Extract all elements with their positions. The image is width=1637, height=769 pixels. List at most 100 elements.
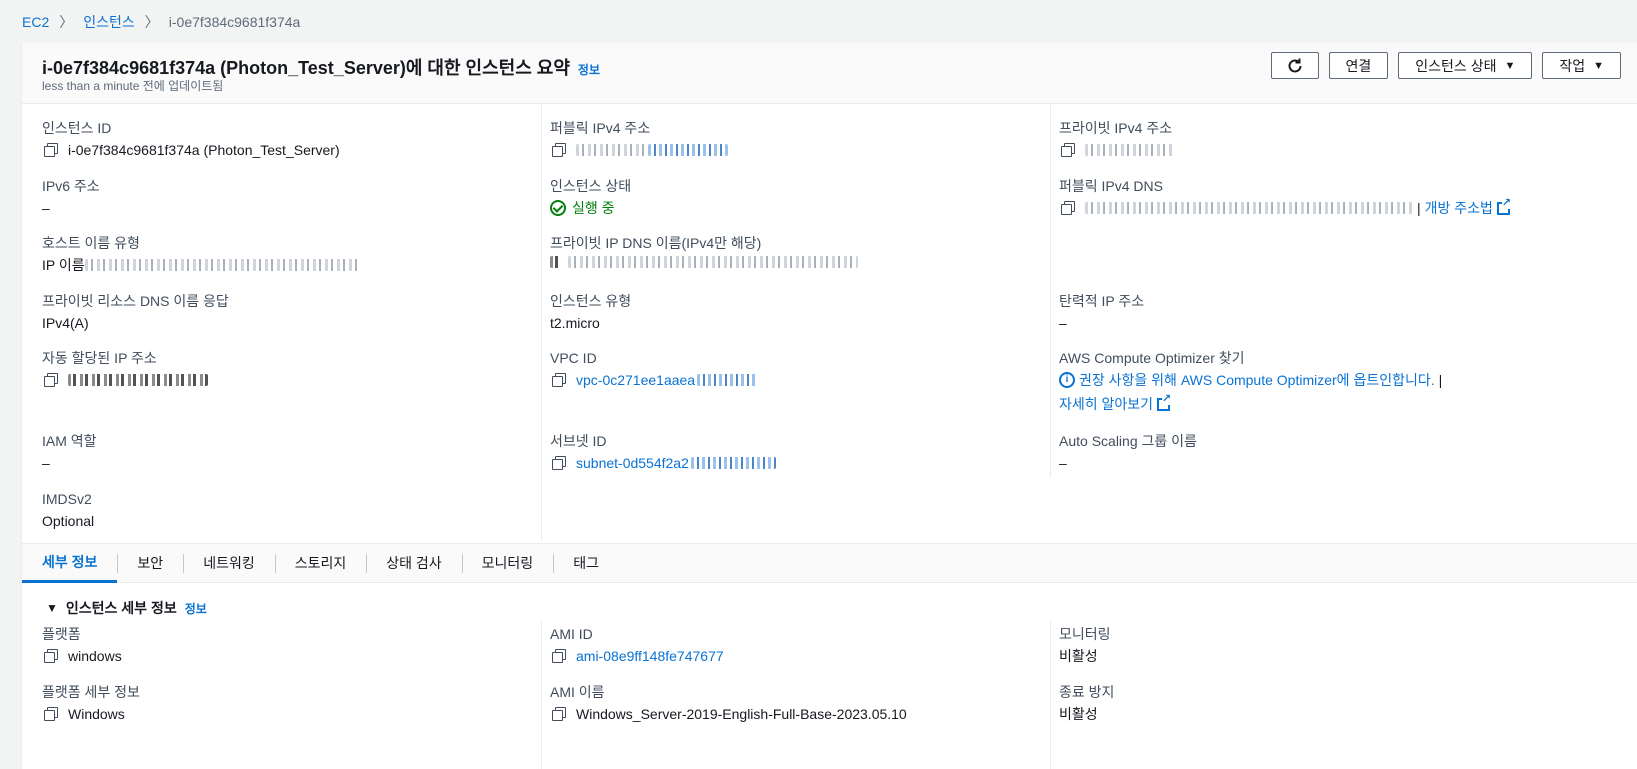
hostname-type-prefix: IP 이름 — [42, 257, 85, 273]
instance-id-field: 인스턴스 ID i-0e7f384c9681f374a (Photon_Test… — [42, 119, 340, 159]
platform-field: 플랫폼 windows — [42, 625, 122, 665]
refresh-icon — [1288, 58, 1302, 72]
instance-details-toggle[interactable]: ▼ 인스턴스 세부 정보 정보 — [46, 598, 207, 618]
ami-name-label: AMI 이름 — [550, 684, 605, 700]
redacted-private-dns — [568, 256, 858, 268]
learn-more-link[interactable]: 자세히 알아보기 — [1059, 393, 1172, 413]
termination-field: 종료 방지 비활성 — [1059, 683, 1114, 723]
vpc-link[interactable]: vpc-0c271ee1aaea — [576, 371, 695, 389]
platform-detail-field: 플랫폼 세부 정보 Windows — [42, 683, 140, 723]
copy-icon[interactable] — [42, 705, 60, 723]
tab-monitoring[interactable]: 모니터링 — [461, 544, 554, 583]
tab-networking[interactable]: 네트워킹 — [183, 544, 275, 583]
breadcrumb-instances-link[interactable]: 인스턴스 — [83, 12, 135, 32]
breadcrumb: EC2 〉 인스턴스 〉 i-0e7f384c9681f374a — [22, 12, 300, 32]
actions-dropdown[interactable]: 작업 ▼ — [1542, 52, 1621, 79]
monitoring-field: 모니터링 비활성 — [1059, 625, 1111, 665]
vpc-label: VPC ID — [550, 350, 597, 366]
private-ipv4-field: 프라이빗 IPv4 주소 — [1059, 119, 1175, 159]
platform-detail-value: Windows — [68, 706, 125, 722]
connect-button[interactable]: 연결 — [1328, 52, 1389, 79]
copy-icon[interactable] — [42, 371, 60, 389]
redacted-subnet-suffix — [690, 457, 776, 469]
instance-id-label: 인스턴스 ID — [42, 120, 112, 136]
instance-type-value: t2.micro — [550, 315, 600, 331]
asg-field: Auto Scaling 그룹 이름 – — [1059, 432, 1197, 472]
details-info-link[interactable]: 정보 — [185, 600, 207, 617]
redacted-hostname — [84, 259, 360, 271]
instance-state-label-text: 인스턴스 상태 — [550, 178, 632, 194]
copy-icon[interactable] — [550, 256, 560, 268]
copy-icon[interactable] — [550, 141, 568, 159]
breadcrumb-ec2-link[interactable]: EC2 — [22, 14, 49, 30]
private-ipv4-label: 프라이빗 IPv4 주소 — [1059, 120, 1173, 136]
header-actions: 연결 인스턴스 상태 ▼ 작업 ▼ — [1270, 52, 1621, 79]
tab-details[interactable]: 세부 정보 — [22, 544, 118, 583]
redacted-public-ip — [576, 144, 646, 156]
summary-column-2: 퍼블릭 IPv4 주소 인스턴스 상태 실행 중 프라이빗 IP DNS 이름(… — [542, 105, 1051, 478]
iam-role-value: – — [42, 455, 50, 471]
vpc-field: VPC ID vpc-0c271ee1aaea — [550, 349, 758, 389]
copy-icon[interactable] — [550, 371, 568, 389]
instance-state-value: 실행 중 — [572, 200, 615, 216]
private-resource-dns-value: IPv4(A) — [42, 315, 89, 331]
termination-label: 종료 방지 — [1059, 684, 1115, 700]
public-dns-label: 퍼블릭 IPv4 DNS — [1059, 178, 1163, 194]
private-resource-dns-field: 프라이빗 리소스 DNS 이름 응답 IPv4(A) — [42, 292, 229, 332]
info-link[interactable]: 정보 — [578, 61, 600, 78]
copy-icon[interactable] — [1059, 199, 1077, 217]
chevron-right-icon: 〉 — [59, 14, 74, 30]
open-address-link[interactable]: 개방 주소법 — [1425, 197, 1511, 217]
public-dns-field: 퍼블릭 IPv4 DNS | 개방 주소법 — [1059, 177, 1511, 217]
tab-security[interactable]: 보안 — [117, 544, 183, 583]
copy-icon[interactable] — [42, 647, 60, 665]
hostname-type-label: 호스트 이름 유형 — [42, 235, 140, 251]
optimizer-field: AWS Compute Optimizer 찾기 i 권장 사항을 위해 AWS… — [1059, 349, 1442, 413]
caret-down-icon: ▼ — [46, 601, 58, 615]
subnet-link[interactable]: subnet-0d554f2a2 — [576, 454, 689, 472]
summary-column-1: 인스턴스 ID i-0e7f384c9681f374a (Photon_Test… — [22, 105, 542, 540]
tab-tags[interactable]: 태그 — [553, 544, 619, 583]
instance-type-field: 인스턴스 유형 t2.micro — [550, 292, 631, 332]
refresh-button[interactable] — [1270, 52, 1319, 79]
caret-down-icon: ▼ — [1593, 59, 1604, 72]
ami-id-field: AMI ID ami-08e9ff148fe747677 — [550, 625, 724, 665]
public-ipv4-field: 퍼블릭 IPv4 주소 — [550, 119, 728, 159]
summary-header: i-0e7f384c9681f374a (Photon_Test_Server)… — [22, 43, 1637, 104]
redacted-public-ip-link[interactable] — [648, 144, 728, 156]
details-column-1: 플랫폼 windows 플랫폼 세부 정보 Windows — [22, 621, 542, 769]
elastic-ip-field: 탄력적 IP 주소 – — [1059, 292, 1144, 332]
copy-icon[interactable] — [550, 454, 568, 472]
ami-id-link[interactable]: ami-08e9ff148fe747677 — [576, 647, 724, 665]
imds-value: Optional — [42, 513, 95, 529]
tab-status-checks[interactable]: 상태 검사 — [366, 544, 461, 583]
subnet-label: 서브넷 ID — [550, 433, 607, 449]
details-column-2: AMI ID ami-08e9ff148fe747677 AMI 이름 Wind… — [542, 621, 1051, 769]
platform-value: windows — [68, 648, 122, 664]
iam-role-label: IAM 역할 — [42, 433, 97, 449]
external-link-icon — [1157, 393, 1172, 411]
private-resource-dns-label: 프라이빗 리소스 DNS 이름 응답 — [42, 293, 229, 309]
learn-more-text: 자세히 알아보기 — [1059, 396, 1154, 412]
copy-icon[interactable] — [42, 141, 60, 159]
auto-ip-field: 자동 할당된 IP 주소 — [42, 349, 208, 389]
instance-type-label: 인스턴스 유형 — [550, 293, 632, 309]
tab-storage[interactable]: 스토리지 — [274, 544, 367, 583]
elastic-ip-label: 탄력적 IP 주소 — [1059, 293, 1145, 309]
platform-label: 플랫폼 — [42, 626, 81, 642]
copy-icon[interactable] — [1059, 141, 1077, 159]
instance-state-dropdown[interactable]: 인스턴스 상태 ▼ — [1398, 52, 1533, 79]
copy-icon[interactable] — [550, 705, 568, 723]
asg-label: Auto Scaling 그룹 이름 — [1059, 433, 1197, 449]
ami-name-field: AMI 이름 Windows_Server-2019-English-Full-… — [550, 683, 907, 723]
monitoring-label: 모니터링 — [1059, 626, 1111, 642]
imds-field: IMDSv2 Optional — [42, 490, 94, 530]
separator: | — [1417, 200, 1421, 216]
instance-id-value: i-0e7f384c9681f374a (Photon_Test_Server) — [68, 142, 340, 158]
check-circle-icon — [550, 200, 566, 216]
instance-summary-panel: i-0e7f384c9681f374a (Photon_Test_Server)… — [21, 43, 1637, 769]
copy-icon[interactable] — [550, 647, 568, 665]
redacted-vpc-suffix — [697, 374, 758, 386]
private-dns-label: 프라이빗 IP DNS 이름(IPv4만 해당) — [550, 235, 762, 251]
optimizer-opt-in-link[interactable]: 권장 사항을 위해 AWS Compute Optimizer에 옵트인합니다. — [1079, 371, 1435, 389]
